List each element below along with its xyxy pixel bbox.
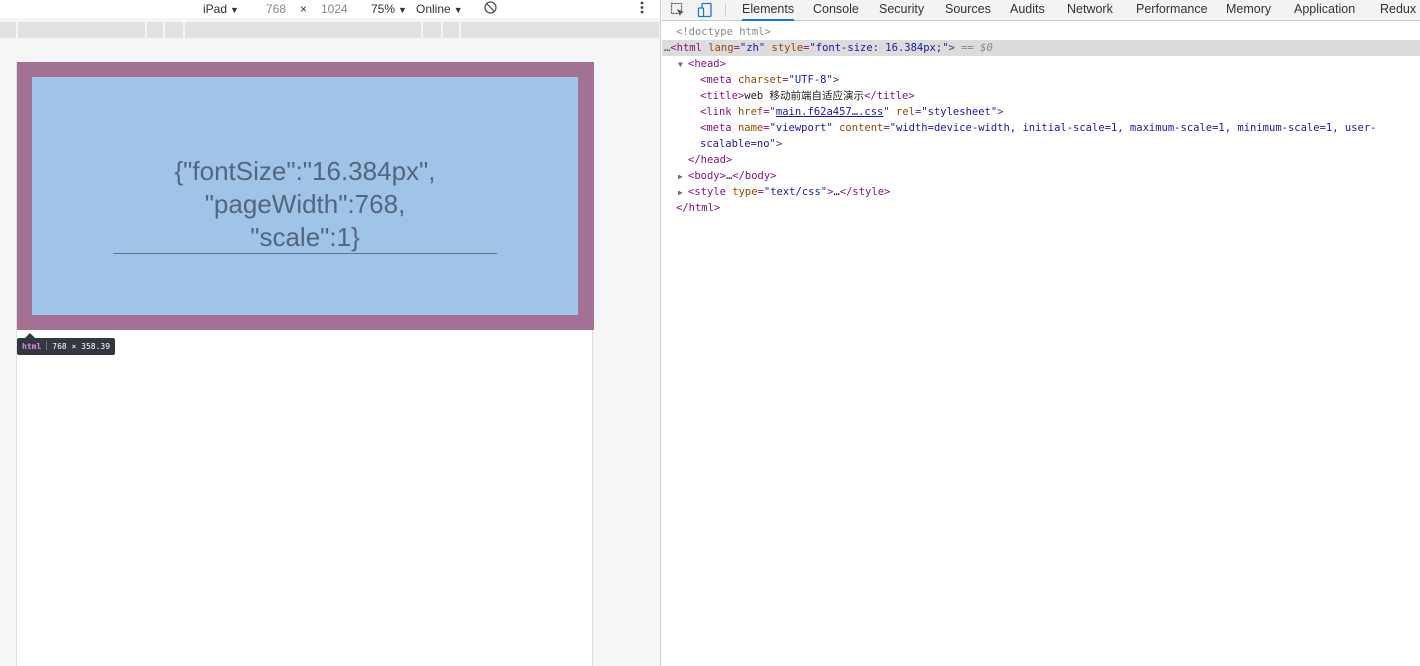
title-text: web 移动前端自适应演示	[744, 90, 865, 102]
dom-node-head[interactable]: ▼ <head>	[662, 56, 1420, 72]
stylesheet-link[interactable]: main.f62a457….css	[776, 106, 883, 118]
tab-performance[interactable]: Performance	[1136, 0, 1208, 21]
chevron-down-icon: ▼	[230, 5, 239, 15]
ruler-segment[interactable]	[165, 22, 185, 38]
divider	[113, 253, 497, 254]
tooltip-separator	[46, 341, 48, 350]
tab-network[interactable]: Network	[1067, 0, 1113, 21]
device-toolbar: iPad ▼ 768 × 1024 75% ▼ Online ▼	[0, 0, 660, 19]
chevron-down-icon: ▼	[398, 5, 407, 15]
dom-node-html-close[interactable]: </html>	[662, 200, 1420, 216]
tab-security[interactable]: Security	[879, 0, 924, 21]
dom-node-html[interactable]: …<html lang="zh" style="font-size: 16.38…	[662, 40, 1420, 56]
zoom-select[interactable]: 75% ▼	[371, 1, 407, 18]
ruler-segment[interactable]	[18, 22, 147, 38]
elements-tree: <!doctype html> …<html lang="zh" style="…	[662, 24, 1420, 666]
dom-node-meta-viewport[interactable]: <meta name="viewport" content="width=dev…	[662, 120, 1420, 136]
ruler-segment[interactable]	[0, 22, 18, 38]
tooltip-tag-name: html	[22, 342, 42, 351]
device-mode-icon	[697, 2, 712, 18]
device-name: iPad	[203, 2, 228, 16]
select-element-icon	[670, 2, 684, 16]
media-query-ruler	[0, 22, 660, 38]
selected-node-marker: == $0	[961, 42, 993, 54]
toolbar-divider	[725, 3, 726, 17]
expanded-triangle-icon[interactable]: ▼	[678, 57, 688, 73]
json-line-3: "scale":1}	[250, 222, 360, 252]
more-options-button[interactable]	[637, 0, 647, 19]
devtools-tabbar: Elements Console Security Sources Audits…	[662, 0, 1420, 21]
emulated-viewport: {"fontSize":"16.384px", "pageWidth":768,…	[16, 62, 594, 666]
inspect-tooltip: html 768 × 358.39	[17, 333, 116, 355]
tab-console[interactable]: Console	[813, 0, 859, 21]
ruler-segment[interactable]	[443, 22, 461, 38]
devtools-panel: Elements Console Security Sources Audits…	[662, 0, 1420, 666]
page-body: {"fontSize":"16.384px", "pageWidth":768,…	[32, 77, 578, 315]
toggle-device-toolbar-button[interactable]	[695, 0, 715, 20]
network-value: Online	[416, 2, 451, 16]
json-line-2: "pageWidth":768,	[204, 189, 406, 219]
ruler-segment[interactable]	[147, 22, 165, 38]
rotate-icon	[484, 1, 497, 14]
json-line-1: {"fontSize":"16.384px",	[174, 156, 436, 186]
dom-node-meta-viewport-wrap[interactable]: scalable=no">	[662, 136, 1420, 152]
inspect-element-button[interactable]	[668, 0, 688, 20]
page-json-text: {"fontSize":"16.384px", "pageWidth":768,…	[32, 155, 578, 254]
tab-application[interactable]: Application	[1294, 0, 1355, 21]
dom-node-meta-charset[interactable]: <meta charset="UTF-8">	[662, 72, 1420, 88]
tab-audits[interactable]: Audits	[1010, 0, 1045, 21]
collapsed-triangle-icon[interactable]: ▶	[678, 169, 688, 185]
zoom-value: 75%	[371, 2, 396, 16]
tab-redux[interactable]: Redux	[1380, 0, 1416, 21]
ruler-segment[interactable]	[423, 22, 443, 38]
rotate-button[interactable]	[483, 0, 498, 19]
ruler-segment[interactable]	[461, 22, 660, 38]
dom-node-link[interactable]: <link href="main.f62a457….css" rel="styl…	[662, 104, 1420, 120]
dom-node-doctype[interactable]: <!doctype html>	[662, 24, 1420, 40]
device-select[interactable]: iPad ▼	[203, 1, 239, 18]
chevron-down-icon: ▼	[453, 5, 463, 15]
tooltip-size: 768 × 358.39	[52, 342, 111, 351]
dom-node-body[interactable]: ▶ <body>…</body>	[662, 168, 1420, 184]
dimension-separator: ×	[300, 2, 308, 16]
dom-node-title[interactable]: <title>web 移动前端自适应演示</title>	[662, 88, 1420, 104]
dom-node-style[interactable]: ▶ <style type="text/css">…</style>	[662, 184, 1420, 200]
collapsed-triangle-icon[interactable]: ▶	[678, 185, 688, 201]
width-input[interactable]: 768	[266, 1, 286, 17]
ruler-segment[interactable]	[185, 22, 423, 38]
tab-memory[interactable]: Memory	[1226, 0, 1271, 21]
html-element-highlight: {"fontSize":"16.384px", "pageWidth":768,…	[17, 62, 594, 330]
tab-sources[interactable]: Sources	[945, 0, 991, 21]
device-emulation-pane: iPad ▼ 768 × 1024 75% ▼ Online ▼ {"fontS…	[0, 0, 661, 666]
more-vertical-icon	[640, 1, 644, 14]
dom-node-head-close[interactable]: </head>	[662, 152, 1420, 168]
tab-elements[interactable]: Elements	[742, 0, 795, 21]
height-input[interactable]: 1024	[321, 1, 348, 17]
network-throttle-select[interactable]: Online ▼	[416, 1, 463, 18]
